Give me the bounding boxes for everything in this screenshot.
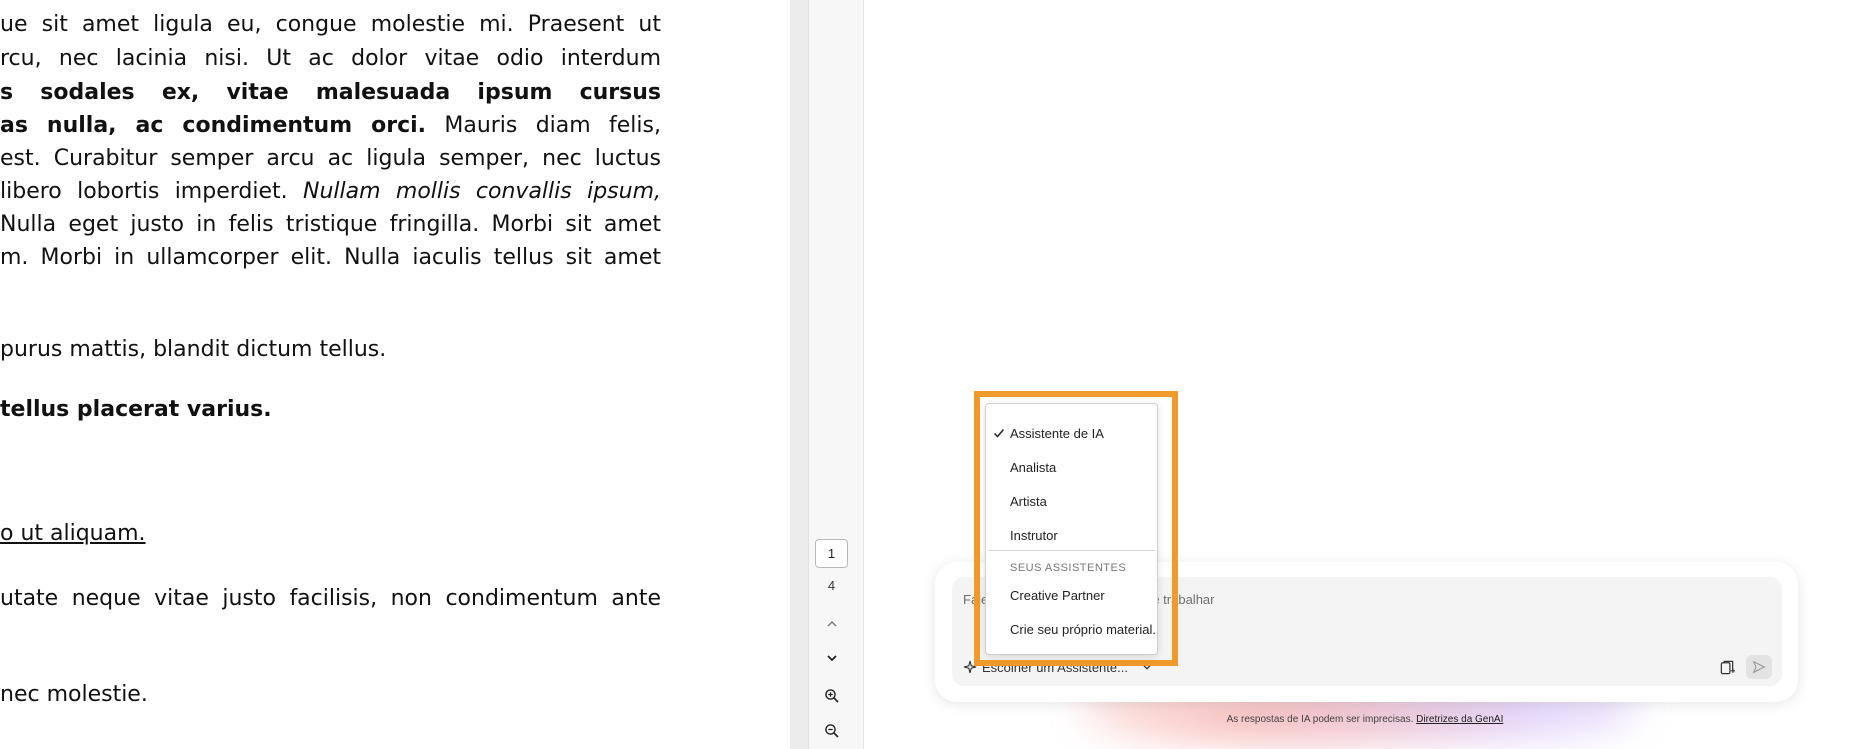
next-page-button[interactable] [819,645,845,671]
document-line: Nulla eget justo in felis tristique frin… [0,212,661,237]
menu-item-label: Creative Partner [1010,587,1105,603]
menu-item-create-own[interactable]: Crie seu próprio material... [986,616,1157,642]
menu-item-assistente-de-ia[interactable]: Assistente de IA [986,420,1157,446]
bold-text: as nulla, ac condimentum orci. [0,113,427,138]
document-line: libero lobortis imperdiet. Nullam mollis… [0,175,661,208]
document-line: est. Curabitur semper arcu ac ligula sem… [0,146,661,171]
assistant-dropdown-menu: Assistente de IA Analista Artista Instru… [985,403,1158,655]
menu-item-label: Instrutor [1010,527,1058,543]
menu-section-label: SEUS ASSISTENTES [1010,562,1127,574]
plain-text: Mauris diam felis, [426,113,661,138]
check-icon [993,429,1005,438]
page-number-input[interactable]: 1 [815,539,848,568]
ai-disclaimer: As respostas de IA podem ser imprecisas.… [1060,714,1670,725]
attach-file-button[interactable] [1715,655,1739,679]
menu-item-instrutor[interactable]: Instrutor [986,522,1157,548]
document-line: m. Morbi in ullamcorper elit. Nulla iacu… [0,245,661,270]
document-line: rcu, nec lacinia nisi. Ut ac dolor vitae… [0,46,661,71]
previous-page-button[interactable] [819,611,845,637]
document-line-bold: s sodales ex, vitae malesuada ipsum curs… [0,80,661,105]
document-line: as nulla, ac condimentum orci. Mauris di… [0,109,661,142]
pane-divider[interactable] [790,0,808,749]
attach-file-icon [1720,660,1735,674]
zoom-in-icon [825,689,839,703]
document-line: nec molestie. [0,682,148,707]
menu-divider [988,550,1155,551]
page-total-count: 4 [827,578,836,593]
menu-item-label: Analista [1010,459,1057,475]
chevron-up-icon [827,621,837,627]
zoom-in-button[interactable] [819,683,845,709]
menu-item-label: Assistente de IA [1010,425,1104,441]
plain-text: libero lobortis imperdiet. [0,179,303,204]
document-line-bold: tellus placerat varius. [0,397,272,422]
menu-item-analista[interactable]: Analista [986,454,1157,480]
menu-item-creative-partner[interactable]: Creative Partner [986,582,1157,608]
document-line: ue sit amet ligula eu, congue molestie m… [0,12,661,37]
menu-item-artista[interactable]: Artista [986,488,1157,514]
send-icon [1752,660,1766,674]
italic-text: Nullam mollis convallis ipsum, [303,179,661,204]
genai-guidelines-link[interactable]: Diretrizes da GenAI [1416,714,1503,725]
chevron-down-icon [827,655,837,662]
document-line: purus mattis, blandit dictum tellus. [0,337,387,362]
document-link-text[interactable]: o ut aliquam. [0,517,661,550]
document-line: utate neque vitae justo facilisis, non c… [0,586,661,611]
zoom-out-icon [825,724,839,738]
document-page: ue sit amet ligula eu, congue molestie m… [0,0,790,749]
menu-item-label: Artista [1010,493,1047,509]
disclaimer-text: As respostas de IA podem ser imprecisas. [1226,714,1414,725]
menu-item-label: Crie seu próprio material... [1010,621,1157,637]
send-button[interactable] [1746,655,1772,679]
zoom-out-button[interactable] [819,718,845,744]
